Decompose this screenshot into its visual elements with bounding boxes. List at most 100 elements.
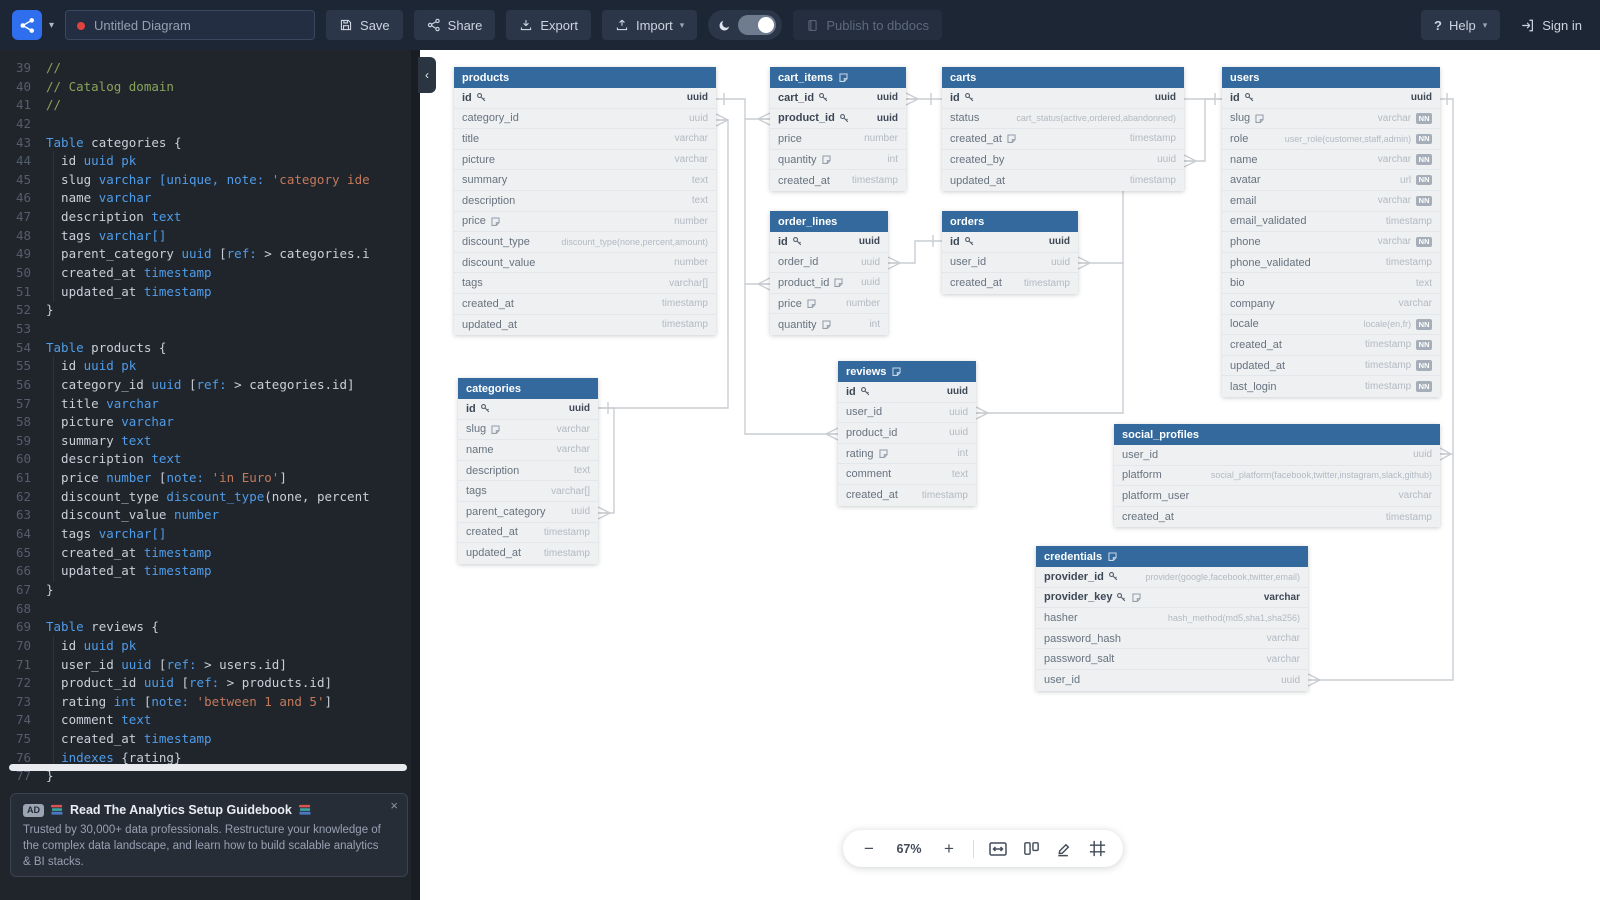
table-row[interactable]: created_attimestamp [1114,507,1440,528]
table-row[interactable]: phonevarcharNN [1222,232,1440,253]
table-row[interactable]: titlevarchar [454,129,716,150]
table-row[interactable]: hasherhash_method(md5,sha1,sha256) [1036,608,1308,629]
table-row[interactable]: user_iduuid [1114,445,1440,466]
table-row[interactable]: created_attimestamp [942,129,1184,150]
table-row[interactable]: provider_keyvarchar [1036,588,1308,609]
fit-to-screen-button[interactable] [988,839,1008,859]
table-row[interactable]: user_iduuid [942,253,1078,274]
table-row[interactable]: parent_categoryuuid [458,502,598,523]
table-row[interactable]: created_attimestamp [838,485,976,506]
code-line[interactable]: 44 id uuid pk [0,152,420,171]
table-row[interactable]: platform_uservarchar [1114,486,1440,507]
close-icon[interactable]: × [390,798,398,813]
collapse-editor-button[interactable]: ‹ [418,57,436,93]
table-cart_items[interactable]: cart_itemscart_iduuidproduct_iduuidprice… [770,67,906,191]
table-header[interactable]: products [454,67,716,88]
table-row[interactable]: descriptiontext [458,461,598,482]
code-line[interactable]: 53 [0,320,420,339]
table-header[interactable]: reviews [838,361,976,382]
code-line[interactable]: 63 discount_value number [0,506,420,525]
table-row[interactable]: descriptiontext [454,191,716,212]
table-reviews[interactable]: reviewsiduuiduser_iduuidproduct_iduuidra… [838,361,976,506]
export-button[interactable]: Export [506,10,591,40]
table-row[interactable]: discount_valuenumber [454,253,716,274]
code-line[interactable]: 49 parent_category uuid [ref: > categori… [0,245,420,264]
table-row[interactable]: namevarchar [458,440,598,461]
table-row[interactable]: commenttext [838,464,976,485]
table-row[interactable]: localelocale(en,fr)NN [1222,315,1440,336]
table-categories[interactable]: categoriesiduuidslugvarcharnamevarcharde… [458,378,598,564]
table-row[interactable]: platformsocial_platform(facebook,twitter… [1114,466,1440,487]
highlighter-button[interactable] [1055,839,1074,858]
table-row[interactable]: quantityint [770,314,888,335]
table-row[interactable]: email_validatedtimestamp [1222,212,1440,233]
table-row[interactable]: avatarurlNN [1222,170,1440,191]
code-line[interactable]: 75 created_at timestamp [0,730,420,749]
code-line[interactable]: 68 [0,600,420,619]
code-line[interactable]: 69Table reviews { [0,618,420,637]
signin-button[interactable]: Sign in [1514,10,1588,40]
code-line[interactable]: 43Table categories { [0,134,420,153]
diagram-canvas[interactable]: ‹ [420,50,1600,900]
table-row[interactable]: slugvarchar [458,420,598,441]
table-row[interactable]: created_byuuid [942,150,1184,171]
code-line[interactable]: 71 user_id uuid [ref: > users.id] [0,656,420,675]
table-row[interactable]: last_logintimestampNN [1222,376,1440,397]
table-row[interactable]: summarytext [454,170,716,191]
table-row[interactable]: iduuid [770,232,888,253]
table-header[interactable]: social_profiles [1114,424,1440,445]
table-row[interactable]: updated_attimestamp [458,543,598,564]
table-row[interactable]: namevarcharNN [1222,150,1440,171]
table-row[interactable]: iduuid [942,88,1184,109]
table-row[interactable]: statuscart_status(active,ordered,abandon… [942,109,1184,130]
code-line[interactable]: 65 created_at timestamp [0,544,420,563]
diagram-title-input[interactable]: Untitled Diagram [65,10,315,40]
table-row[interactable]: created_attimestampNN [1222,335,1440,356]
code-line[interactable]: 56 category_id uuid [ref: > categories.i… [0,376,420,395]
table-carts[interactable]: cartsiduuidstatuscart_status(active,orde… [942,67,1184,191]
table-header[interactable]: cart_items [770,67,906,88]
table-row[interactable]: created_attimestamp [770,170,906,191]
code-line[interactable]: 58 picture varchar [0,413,420,432]
import-button[interactable]: Import ▾ [602,10,697,40]
code-line[interactable]: 52} [0,301,420,320]
code-line[interactable]: 61 price number [note: 'in Euro'] [0,469,420,488]
table-row[interactable]: user_iduuid [838,403,976,424]
zoom-in-button[interactable]: + [939,839,959,859]
table-row[interactable]: category_iduuid [454,109,716,130]
table-header[interactable]: credentials [1036,546,1308,567]
dark-mode-toggle[interactable] [708,10,782,40]
table-row[interactable]: companyvarchar [1222,294,1440,315]
table-header[interactable]: orders [942,211,1078,232]
frame-button[interactable] [1088,839,1107,858]
table-row[interactable]: product_iduuid [838,423,976,444]
help-button[interactable]: ? Help ▾ [1421,10,1500,40]
table-row[interactable]: user_iduuid [1036,670,1308,691]
table-row[interactable]: pricenumber [770,294,888,315]
auto-arrange-button[interactable] [1022,839,1041,858]
table-row[interactable]: quantityint [770,150,906,171]
save-button[interactable]: Save [326,10,403,40]
table-row[interactable]: phone_validatedtimestamp [1222,253,1440,274]
code-line[interactable]: 59 summary text [0,432,420,451]
table-row[interactable]: tagsvarchar[] [458,481,598,502]
code-line[interactable]: 54Table products { [0,339,420,358]
table-header[interactable]: categories [458,378,598,399]
table-row[interactable]: iduuid [1222,88,1440,109]
table-row[interactable]: slugvarcharNN [1222,109,1440,130]
table-social_profiles[interactable]: social_profilesuser_iduuidplatformsocial… [1114,424,1440,527]
code-line[interactable]: 64 tags varchar[] [0,525,420,544]
code-line[interactable]: 62 discount_type discount_type(none, per… [0,488,420,507]
table-orders[interactable]: ordersiduuiduser_iduuidcreated_attimesta… [942,211,1078,294]
table-users[interactable]: usersiduuidslugvarcharNNroleuser_role(cu… [1222,67,1440,397]
code-line[interactable]: 73 rating int [note: 'between 1 and 5'] [0,693,420,712]
code-line[interactable]: 41// [0,96,420,115]
table-row[interactable]: emailvarcharNN [1222,191,1440,212]
table-row[interactable]: biotext [1222,273,1440,294]
table-row[interactable]: updated_attimestampNN [1222,356,1440,377]
code-line[interactable]: 70 id uuid pk [0,637,420,656]
table-row[interactable]: picturevarchar [454,150,716,171]
table-products[interactable]: productsiduuidcategory_iduuidtitlevarcha… [454,67,716,335]
table-row[interactable]: tagsvarchar[] [454,273,716,294]
table-row[interactable]: provider_idprovider(google,facebook,twit… [1036,567,1308,588]
